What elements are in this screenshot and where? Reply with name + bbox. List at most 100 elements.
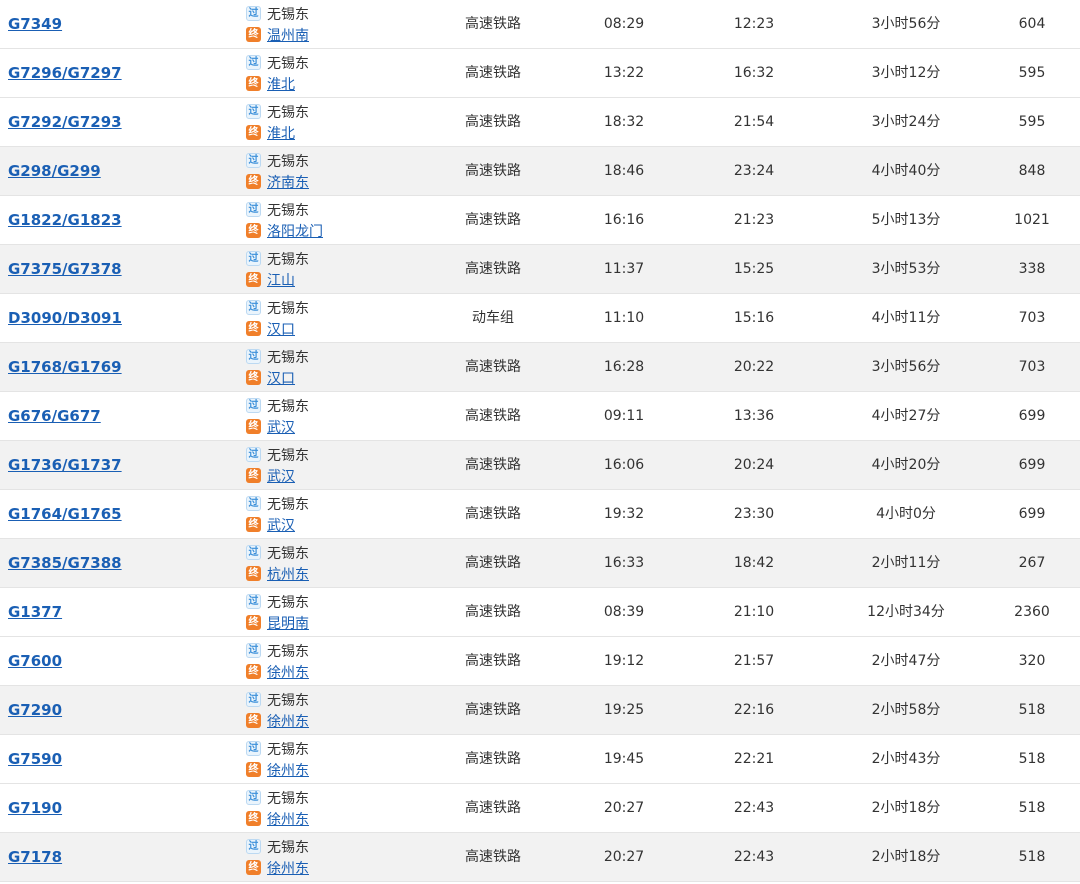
duration: 4小时20分 <box>871 457 941 473</box>
table-row: G7385/G7388 过 无锡东 终 杭州东 高速铁路 16:33 18:42… <box>0 539 1080 588</box>
arrival-time: 21:23 <box>733 212 775 228</box>
to-station-link[interactable]: 淮北 <box>267 123 295 143</box>
to-station-link[interactable]: 徐州东 <box>267 662 309 682</box>
table-row: G7178 过 无锡东 终 徐州东 高速铁路 20:27 22:43 2小时18… <box>0 833 1080 882</box>
train-number-link[interactable]: G676/G677 <box>8 392 101 440</box>
train-number-link[interactable]: G1736/G1737 <box>8 441 122 489</box>
duration: 2小时47分 <box>871 653 941 669</box>
train-number-link[interactable]: G1764/G1765 <box>8 490 122 538</box>
table-row: G7190 过 无锡东 终 徐州东 高速铁路 20:27 22:43 2小时18… <box>0 784 1080 833</box>
train-number-link[interactable]: D3090/D3091 <box>8 294 122 342</box>
train-type: 高速铁路 <box>465 800 521 816</box>
train-number-link[interactable]: G7349 <box>8 0 62 48</box>
table-row: G7292/G7293 过 无锡东 终 淮北 高速铁路 18:32 21:54 … <box>0 98 1080 147</box>
train-number-link[interactable]: G7385/G7388 <box>8 539 122 587</box>
from-station: 无锡东 <box>267 202 309 219</box>
from-station-line: 过 无锡东 <box>246 395 309 416</box>
to-station-link[interactable]: 徐州东 <box>267 858 309 878</box>
distance: 699 <box>1018 408 1046 424</box>
pass-station-icon: 过 <box>246 251 261 266</box>
to-station-link[interactable]: 昆明南 <box>267 613 309 633</box>
from-station: 无锡东 <box>267 104 309 121</box>
train-number-link[interactable]: G7600 <box>8 637 62 685</box>
duration: 4小时11分 <box>871 310 941 326</box>
to-station-line: 终 汉口 <box>246 318 309 339</box>
to-station-link[interactable]: 杭州东 <box>267 564 309 584</box>
from-station-line: 过 无锡东 <box>246 738 309 759</box>
terminal-station-icon: 终 <box>246 517 261 532</box>
train-number-link[interactable]: G1377 <box>8 588 62 636</box>
train-number-link[interactable]: G7590 <box>8 735 62 783</box>
departure-time: 20:27 <box>603 849 645 865</box>
arrival-time: 13:36 <box>733 408 775 424</box>
to-station-link[interactable]: 温州南 <box>267 25 309 45</box>
pass-station-icon: 过 <box>246 545 261 560</box>
train-number-link[interactable]: G298/G299 <box>8 147 101 195</box>
train-number-link[interactable]: G1822/G1823 <box>8 196 122 244</box>
distance: 604 <box>1018 16 1046 32</box>
stations-cell: 过 无锡东 终 杭州东 <box>246 542 309 586</box>
duration: 2小时18分 <box>871 800 941 816</box>
arrival-time: 22:43 <box>733 800 775 816</box>
from-station: 无锡东 <box>267 692 309 709</box>
to-station-link[interactable]: 武汉 <box>267 466 295 486</box>
table-row: G7296/G7297 过 无锡东 终 淮北 高速铁路 13:22 16:32 … <box>0 49 1080 98</box>
stations-cell: 过 无锡东 终 昆明南 <box>246 591 309 635</box>
to-station-link[interactable]: 洛阳龙门 <box>267 221 323 241</box>
to-station-link[interactable]: 徐州东 <box>267 711 309 731</box>
from-station: 无锡东 <box>267 398 309 415</box>
pass-station-icon: 过 <box>246 104 261 119</box>
terminal-station-icon: 终 <box>246 419 261 434</box>
duration: 4小时0分 <box>876 506 936 522</box>
train-number-link[interactable]: G1768/G1769 <box>8 343 122 391</box>
from-station: 无锡东 <box>267 251 309 268</box>
distance: 595 <box>1018 114 1046 130</box>
to-station-link[interactable]: 徐州东 <box>267 760 309 780</box>
pass-station-icon: 过 <box>246 790 261 805</box>
table-row: G7349 过 无锡东 终 温州南 高速铁路 08:29 12:23 3小时56… <box>0 0 1080 49</box>
train-type: 高速铁路 <box>465 65 521 81</box>
to-station-link[interactable]: 徐州东 <box>267 809 309 829</box>
table-row: G1736/G1737 过 无锡东 终 武汉 高速铁路 16:06 20:24 … <box>0 441 1080 490</box>
pass-station-icon: 过 <box>246 447 261 462</box>
to-station-link[interactable]: 武汉 <box>267 515 295 535</box>
distance: 1021 <box>1014 212 1050 228</box>
from-station: 无锡东 <box>267 594 309 611</box>
arrival-time: 22:43 <box>733 849 775 865</box>
stations-cell: 过 无锡东 终 徐州东 <box>246 738 309 782</box>
train-type: 高速铁路 <box>465 702 521 718</box>
distance: 518 <box>1018 751 1046 767</box>
train-number-link[interactable]: G7190 <box>8 784 62 832</box>
duration: 12小时34分 <box>867 604 945 620</box>
terminal-station-icon: 终 <box>246 370 261 385</box>
distance: 703 <box>1018 310 1046 326</box>
arrival-time: 20:22 <box>733 359 775 375</box>
distance: 848 <box>1018 163 1046 179</box>
from-station-line: 过 无锡东 <box>246 101 309 122</box>
train-number-link[interactable]: G7178 <box>8 833 62 881</box>
departure-time: 08:29 <box>603 16 645 32</box>
table-row: G7600 过 无锡东 终 徐州东 高速铁路 19:12 21:57 2小时47… <box>0 637 1080 686</box>
to-station-link[interactable]: 汉口 <box>267 368 295 388</box>
table-row: G1768/G1769 过 无锡东 终 汉口 高速铁路 16:28 20:22 … <box>0 343 1080 392</box>
to-station-link[interactable]: 淮北 <box>267 74 295 94</box>
from-station-line: 过 无锡东 <box>246 787 309 808</box>
train-number-link[interactable]: G7290 <box>8 686 62 734</box>
to-station-link[interactable]: 汉口 <box>267 319 295 339</box>
stations-cell: 过 无锡东 终 徐州东 <box>246 836 309 880</box>
to-station-link[interactable]: 武汉 <box>267 417 295 437</box>
stations-cell: 过 无锡东 终 武汉 <box>246 444 309 488</box>
train-number-link[interactable]: G7296/G7297 <box>8 49 122 97</box>
pass-station-icon: 过 <box>246 202 261 217</box>
arrival-time: 22:16 <box>733 702 775 718</box>
to-station-link[interactable]: 江山 <box>267 270 295 290</box>
train-number-link[interactable]: G7375/G7378 <box>8 245 122 293</box>
departure-time: 09:11 <box>603 408 645 424</box>
stations-cell: 过 无锡东 终 武汉 <box>246 493 309 537</box>
to-station-link[interactable]: 济南东 <box>267 172 309 192</box>
train-type: 高速铁路 <box>465 114 521 130</box>
distance: 699 <box>1018 506 1046 522</box>
train-number-link[interactable]: G7292/G7293 <box>8 98 122 146</box>
to-station-line: 终 徐州东 <box>246 857 309 878</box>
distance: 703 <box>1018 359 1046 375</box>
